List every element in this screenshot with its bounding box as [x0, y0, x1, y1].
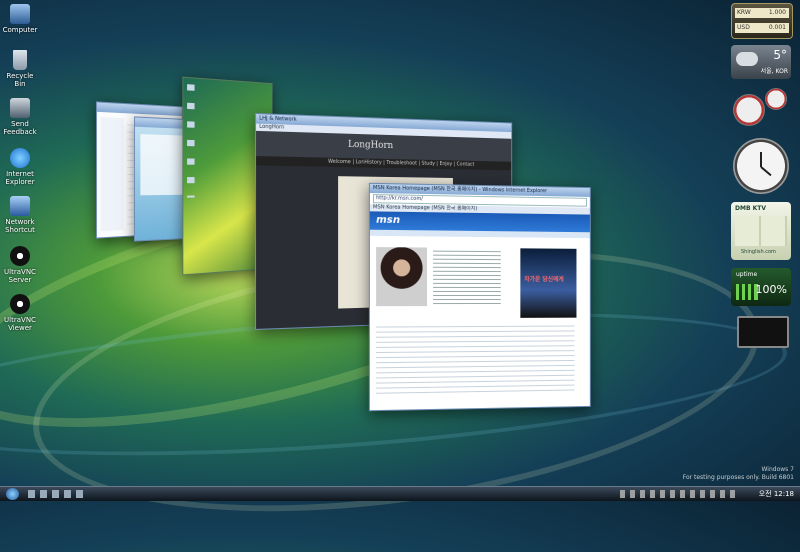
- explorer-pane: [100, 117, 124, 232]
- weather-temp: 5°: [773, 48, 787, 62]
- internet-explorer-icon: [10, 148, 30, 168]
- dmb-channel-grid: [735, 216, 787, 246]
- msn-left-photo: [376, 247, 428, 307]
- msn-text-block: [433, 247, 501, 307]
- memory-gauge-icon: [765, 88, 787, 110]
- msn-ad-text: 차가운 당신에게: [524, 276, 564, 284]
- monitor-gadget[interactable]: [731, 312, 791, 348]
- msn-ad-banner: 차가운 당신에게: [520, 248, 577, 318]
- system-tray: [620, 490, 740, 498]
- desktop-icon-recycle-bin[interactable]: Recycle Bin: [2, 50, 38, 88]
- weather-gadget[interactable]: 5° 서울, KOR: [731, 45, 791, 79]
- dmb-link[interactable]: Shinglish.com: [741, 249, 776, 255]
- desktop-icon-label: Network Shortcut: [5, 218, 35, 234]
- desktop-icon-send-feedback[interactable]: Send Feedback: [2, 98, 38, 136]
- dmb-tv-gadget[interactable]: DMB KTV Shinglish.com: [731, 202, 791, 260]
- currency-from-label: KRW: [737, 9, 751, 16]
- cpu-gauge-icon: [733, 94, 765, 126]
- desktop-icon-network-shortcut[interactable]: Network Shortcut: [2, 196, 38, 234]
- build-watermark: Windows 7 For testing purposes only. Bui…: [683, 466, 794, 482]
- eye-icon: [10, 246, 30, 266]
- taskbar: 오전 12:18: [0, 486, 800, 501]
- currency-from-value[interactable]: 1.000: [769, 8, 786, 18]
- msn-header: msn: [369, 211, 590, 233]
- dmb-title: DMB KTV: [735, 205, 766, 212]
- weather-location: 서울, KOR: [760, 68, 788, 75]
- desktop-icon-label: Internet Explorer: [5, 170, 35, 186]
- watermark-edition: Windows 7: [761, 466, 794, 473]
- currency-to-label: USD: [737, 24, 750, 31]
- feedback-icon: [10, 98, 30, 118]
- uptime-title: uptime: [736, 271, 758, 278]
- monitor-icon: [737, 316, 789, 348]
- window-msn[interactable]: MSN Korea Homepage (MSN 한국 홈페이지) - Windo…: [368, 182, 591, 412]
- start-button[interactable]: [6, 488, 19, 500]
- watermark-build: For testing purposes only. Build 6801: [682, 474, 794, 481]
- recycle-bin-icon: [13, 50, 27, 70]
- desktop-icon-internet-explorer[interactable]: Internet Explorer: [2, 148, 38, 186]
- uptime-value: 100%: [755, 283, 787, 296]
- desktop-icon-ultravnc-viewer[interactable]: UltraVNC Viewer: [2, 294, 38, 332]
- eye-icon: [10, 294, 30, 314]
- cpu-meter-gadget[interactable]: [731, 86, 791, 130]
- clock-gadget: [731, 138, 791, 196]
- desktop-icon-label: UltraVNC Server: [4, 268, 36, 284]
- desktop-icon-ultravnc-server[interactable]: UltraVNC Server: [2, 246, 38, 284]
- uptime-gadget: uptime 100%: [731, 268, 791, 306]
- longhorn-logo: LongHorn: [348, 139, 394, 152]
- desktop-icon-label: UltraVNC Viewer: [4, 316, 36, 332]
- desktop-icon-label: Computer: [2, 26, 38, 34]
- desktop-preview-icons: [187, 84, 195, 198]
- clock-face-icon: [733, 138, 789, 194]
- msn-lower-content: [376, 321, 575, 394]
- quick-launch: [28, 490, 88, 498]
- currency-gadget[interactable]: KRW 1.000 USD 0.001: [731, 3, 793, 39]
- msn-logo: msn: [376, 214, 401, 226]
- currency-to-value[interactable]: 0.001: [769, 23, 786, 33]
- desktop-icon-computer[interactable]: Computer: [2, 4, 38, 34]
- desktop-icon-label: Recycle Bin: [6, 72, 34, 88]
- weather-icon: [736, 52, 758, 66]
- network-icon: [10, 196, 30, 216]
- taskbar-clock[interactable]: 오전 12:18: [759, 489, 794, 499]
- computer-icon: [10, 4, 30, 24]
- explorer-titlebar: [96, 102, 182, 117]
- desktop-icon-label: Send Feedback: [3, 120, 37, 136]
